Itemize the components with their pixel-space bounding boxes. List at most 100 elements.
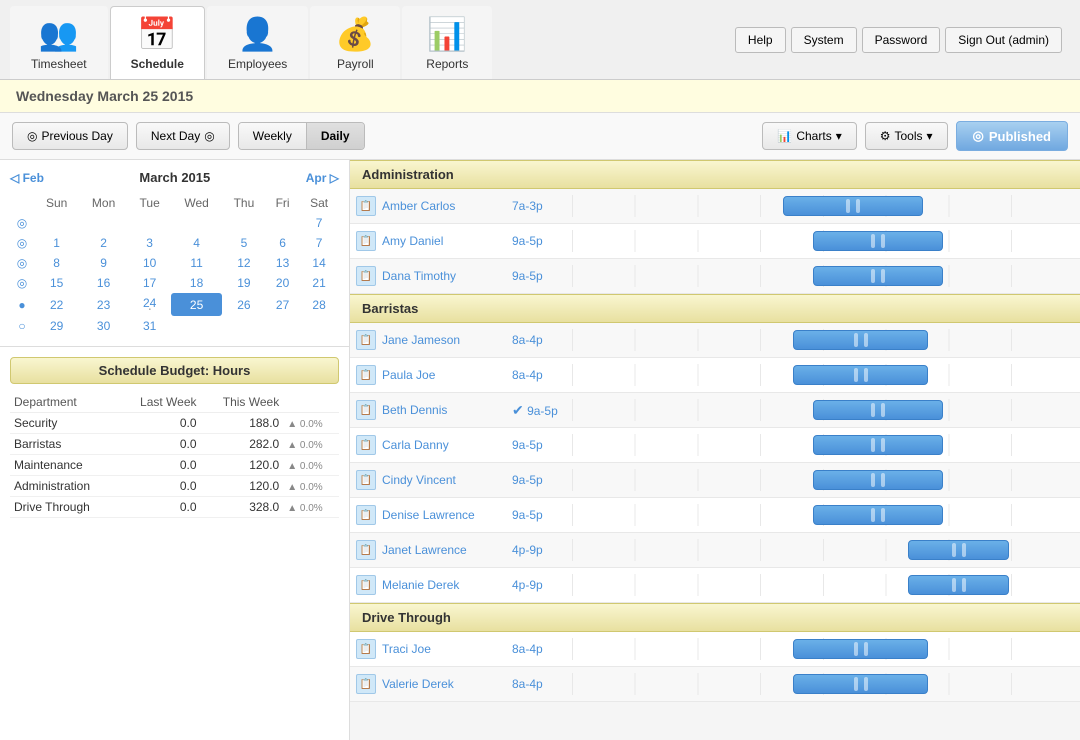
shift-bar[interactable]	[813, 231, 944, 251]
charts-button[interactable]: 📊 Charts ▾	[762, 122, 856, 150]
cal-day[interactable]: 18	[171, 273, 221, 293]
schedule-bar-area	[572, 192, 1074, 220]
cal-day[interactable]: 17	[128, 273, 171, 293]
employee-name[interactable]: Jane Jameson	[382, 333, 512, 347]
employee-name[interactable]: Cindy Vincent	[382, 473, 512, 487]
cal-day[interactable]: 22	[34, 293, 79, 316]
employee-name[interactable]: Paula Joe	[382, 368, 512, 382]
employee-icon: 📋	[356, 505, 376, 525]
employee-name[interactable]: Carla Danny	[382, 438, 512, 452]
prev-day-button[interactable]: ◎ Previous Day	[12, 122, 128, 150]
cal-day[interactable]: 28	[299, 293, 339, 316]
cal-week-select[interactable]: ◎	[10, 213, 34, 233]
cal-day[interactable]: 13	[266, 253, 299, 273]
published-button[interactable]: ◎ Published	[956, 121, 1068, 151]
cal-day[interactable]: 7	[299, 213, 339, 233]
tab-timesheet[interactable]: 👥 Timesheet	[10, 6, 108, 79]
shift-bar[interactable]	[908, 575, 1008, 595]
employee-name[interactable]: Janet Lawrence	[382, 543, 512, 557]
budget-dept: Barristas	[10, 434, 118, 455]
cal-day[interactable]: 27	[266, 293, 299, 316]
employee-name[interactable]: Melanie Derek	[382, 578, 512, 592]
employee-name[interactable]: Beth Dennis	[382, 403, 512, 417]
cal-day[interactable]: 12	[222, 253, 266, 273]
employee-name[interactable]: Amy Daniel	[382, 234, 512, 248]
cal-day[interactable]: 31	[128, 316, 171, 336]
table-row: 📋Amber Carlos7a-3p	[350, 189, 1080, 224]
shift-bar[interactable]	[813, 400, 944, 420]
shift-bar[interactable]	[793, 330, 929, 350]
employee-name[interactable]: Amber Carlos	[382, 199, 512, 213]
cal-day	[171, 316, 221, 336]
cal-day[interactable]: 6	[266, 233, 299, 253]
cal-day	[34, 213, 79, 233]
cal-day[interactable]: 11	[171, 253, 221, 273]
cal-day[interactable]: 14	[299, 253, 339, 273]
cal-day[interactable]: 5	[222, 233, 266, 253]
cal-day[interactable]: 21	[299, 273, 339, 293]
tab-payroll[interactable]: 💰 Payroll	[310, 6, 400, 79]
cal-day[interactable]: 25	[171, 293, 221, 316]
cal-day[interactable]: 3	[128, 233, 171, 253]
shift-bar[interactable]	[908, 540, 1008, 560]
prev-month-button[interactable]: ◁ Feb	[10, 171, 44, 185]
bar-divider	[962, 578, 966, 592]
cal-week-select[interactable]: ●	[10, 293, 34, 316]
cal-day[interactable]: 23	[79, 293, 128, 316]
cal-mon-header: Mon	[79, 193, 128, 213]
shift-bar[interactable]	[813, 435, 944, 455]
shift-bar[interactable]	[793, 365, 929, 385]
cal-day[interactable]: 15	[34, 273, 79, 293]
sign-out-button[interactable]: Sign Out (admin)	[945, 27, 1062, 53]
tab-employees[interactable]: 👤 Employees	[207, 6, 308, 79]
employee-time: 9a-5p	[512, 438, 572, 452]
cal-day	[266, 316, 299, 336]
shift-bar[interactable]	[783, 196, 924, 216]
employee-icon: 📋	[356, 540, 376, 560]
system-button[interactable]: System	[791, 27, 857, 53]
cal-day[interactable]: 8	[34, 253, 79, 273]
cal-day[interactable]: 16	[79, 273, 128, 293]
employee-name[interactable]: Valerie Derek	[382, 677, 512, 691]
tab-reports[interactable]: 📊 Reports	[402, 6, 492, 79]
shift-bar[interactable]	[793, 674, 929, 694]
tab-schedule[interactable]: 📅 Schedule	[110, 6, 205, 79]
next-day-button[interactable]: Next Day ◎	[136, 122, 230, 150]
cal-day[interactable]: 19	[222, 273, 266, 293]
section-header: Administration	[350, 160, 1080, 189]
cal-day[interactable]: 20	[266, 273, 299, 293]
cal-day[interactable]: 9	[79, 253, 128, 273]
budget-this-week: 120.0	[201, 476, 284, 497]
schedule-icon: 📅	[137, 15, 177, 53]
weekly-button[interactable]: Weekly	[239, 123, 307, 149]
cal-day[interactable]: 10	[128, 253, 171, 273]
employee-name[interactable]: Dana Timothy	[382, 269, 512, 283]
employee-name[interactable]: Traci Joe	[382, 642, 512, 656]
cal-week-select[interactable]: ◎	[10, 233, 34, 253]
cal-day[interactable]: 4	[171, 233, 221, 253]
shift-bar[interactable]	[813, 470, 944, 490]
table-row: 📋Carla Danny9a-5p	[350, 428, 1080, 463]
cal-day[interactable]: 1	[34, 233, 79, 253]
cal-day[interactable]: 26	[222, 293, 266, 316]
cal-week-select[interactable]: ◎	[10, 273, 34, 293]
cal-week-select[interactable]: ◎	[10, 253, 34, 273]
date-bar: Wednesday March 25 2015	[0, 80, 1080, 113]
daily-button[interactable]: Daily	[307, 123, 364, 149]
employee-name[interactable]: Denise Lawrence	[382, 508, 512, 522]
shift-bar[interactable]	[793, 639, 929, 659]
next-month-button[interactable]: Apr ▷	[306, 171, 339, 185]
cal-day[interactable]: 24	[128, 293, 171, 316]
shift-bar[interactable]	[813, 266, 944, 286]
cal-day[interactable]: 29	[34, 316, 79, 336]
bar-divider	[864, 333, 868, 347]
cal-day[interactable]: 7	[299, 233, 339, 253]
employee-time: 4p-9p	[512, 543, 572, 557]
cal-day[interactable]: 30	[79, 316, 128, 336]
cal-week-select[interactable]: ○	[10, 316, 34, 336]
password-button[interactable]: Password	[862, 27, 941, 53]
cal-day[interactable]: 2	[79, 233, 128, 253]
help-button[interactable]: Help	[735, 27, 786, 53]
tools-button[interactable]: ⚙ Tools ▾	[865, 122, 948, 150]
shift-bar[interactable]	[813, 505, 944, 525]
